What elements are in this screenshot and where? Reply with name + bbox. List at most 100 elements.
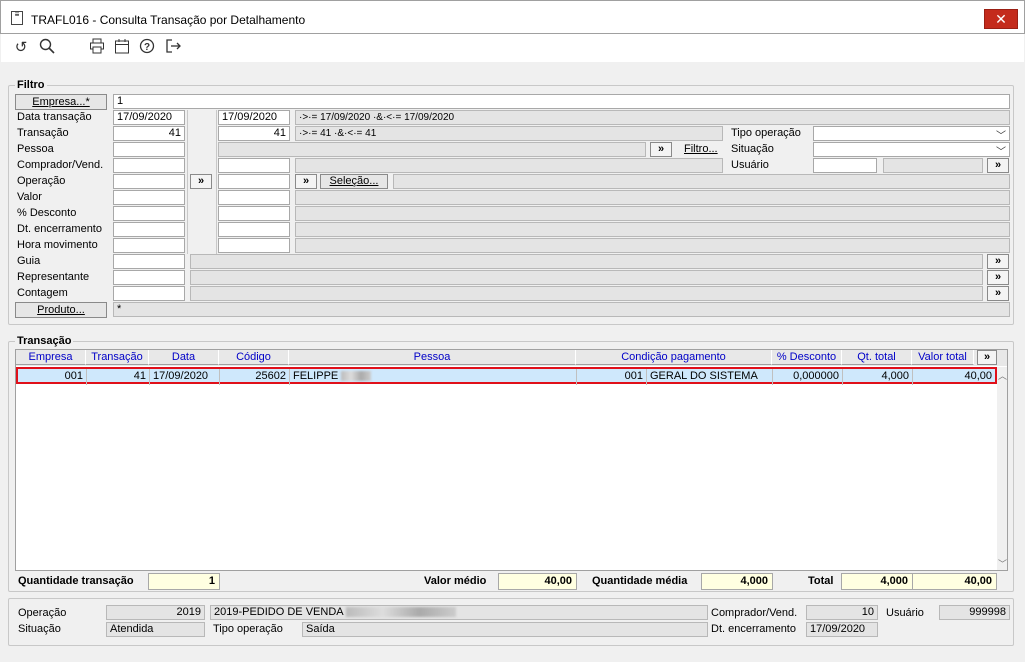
chevron-up-icon[interactable]: ︿ — [998, 369, 1007, 382]
label-dt-encerramento: Dt. encerramento — [17, 223, 102, 235]
total-valor-value: 40,00 — [912, 573, 997, 590]
label-data-transacao: Data transação — [17, 111, 92, 123]
produto-value: * — [113, 302, 1010, 317]
cell-cond-cod: 001 — [577, 369, 647, 385]
situacao-value: Atendida — [106, 622, 205, 637]
valor-de-input[interactable] — [113, 190, 185, 205]
help-icon[interactable]: ? — [137, 38, 157, 58]
label-usuario: Usuário — [731, 159, 769, 171]
redacted-blur — [341, 371, 372, 382]
col-desconto[interactable]: % Desconto — [772, 350, 842, 365]
operacao-de-input[interactable] — [113, 174, 185, 189]
valor-expr — [295, 190, 1010, 205]
comprador-value: 10 — [806, 605, 878, 620]
grid-header: Empresa Transação Data Código Pessoa Con… — [16, 350, 1007, 366]
usuario-desc — [883, 158, 983, 173]
close-button[interactable]: ✕ — [984, 9, 1018, 29]
label-desconto: % Desconto — [17, 207, 77, 219]
print-icon[interactable] — [87, 38, 107, 58]
col-qt-total[interactable]: Qt. total — [842, 350, 912, 365]
col-valor-total[interactable]: Valor total — [912, 350, 974, 365]
chevron-down-icon: ﹀ — [996, 131, 1006, 142]
operacao-lookup-button[interactable]: » — [295, 174, 317, 189]
contagem-desc — [190, 286, 983, 301]
label-comprador-det: Comprador/Vend. — [711, 607, 798, 619]
usuario-lookup-button[interactable]: » — [987, 158, 1009, 173]
col-condicao[interactable]: Condição pagamento — [576, 350, 772, 365]
cell-data: 17/09/2020 — [150, 369, 220, 385]
operacao-desc — [393, 174, 1010, 189]
representante-lookup-button[interactable]: » — [987, 270, 1009, 285]
search-icon[interactable] — [37, 38, 57, 58]
situacao-select[interactable]: ﹀ — [813, 142, 1010, 158]
tipo-operacao-select[interactable]: ﹀ — [813, 126, 1010, 142]
representante-input[interactable] — [113, 270, 185, 285]
label-operacao-det: Operação — [18, 607, 67, 619]
cell-codigo: 25602 — [220, 369, 290, 385]
trans-de-input[interactable]: 41 — [113, 126, 185, 141]
col-transacao[interactable]: Transação — [86, 350, 149, 365]
document-icon: ≡ — [11, 11, 23, 25]
col-pessoa[interactable]: Pessoa — [289, 350, 576, 365]
contagem-input[interactable] — [113, 286, 185, 301]
exit-icon[interactable] — [163, 38, 183, 58]
table-row[interactable]: 001 41 17/09/2020 25602 FELIPPE 001 GERA… — [16, 367, 997, 385]
trans-ate-input[interactable]: 41 — [218, 126, 290, 141]
filtro-title: Filtro — [15, 79, 47, 91]
dt-enc-value: 17/09/2020 — [806, 622, 878, 637]
desconto-ate-input[interactable] — [218, 206, 290, 221]
desconto-de-input[interactable] — [113, 206, 185, 221]
empresa-input[interactable]: 1 — [113, 94, 1010, 109]
label-hora-movimento: Hora movimento — [17, 239, 98, 251]
operacao-desc-det: 2019-PEDIDO DE VENDA — [210, 605, 708, 620]
col-data[interactable]: Data — [149, 350, 219, 365]
label-situacao: Situação — [731, 143, 774, 155]
pessoa-desc — [218, 142, 646, 157]
guia-input[interactable] — [113, 254, 185, 269]
dt-enc-de-input[interactable] — [113, 222, 185, 237]
comprador-de-input[interactable] — [113, 158, 185, 173]
guia-desc — [190, 254, 983, 269]
label-total: Total — [808, 575, 834, 587]
label-comprador: Comprador/Vend. — [17, 159, 104, 171]
trans-expr: ·>·= 41 ·&·<·= 41 — [295, 126, 723, 141]
calendar-icon[interactable] — [112, 38, 132, 58]
data-ate-input[interactable]: 17/09/2020 — [218, 110, 290, 125]
pessoa-lookup-button[interactable]: » — [650, 142, 672, 157]
label-guia: Guia — [17, 255, 41, 267]
produto-button[interactable]: Produto... — [15, 302, 107, 318]
chevron-down-icon[interactable]: ﹀ — [998, 557, 1007, 570]
grid-scrollbar[interactable]: ︿ ﹀ — [997, 367, 1007, 570]
dt-enc-ate-input[interactable] — [218, 222, 290, 237]
tipo-value: Saída — [302, 622, 708, 637]
label-dt-enc-det: Dt. encerramento — [711, 623, 796, 635]
label-representante: Representante — [17, 271, 90, 283]
transacao-grid: Empresa Transação Data Código Pessoa Con… — [15, 349, 1008, 571]
cell-valor-total: 40,00 — [964, 370, 992, 382]
label-pessoa: Pessoa — [17, 143, 54, 155]
empresa-button[interactable]: Empresa...* — [15, 94, 107, 110]
dt-enc-expr — [295, 222, 1010, 237]
title-bar: ≡ TRAFL016 - Consulta Transação por Deta… — [0, 0, 1025, 34]
col-codigo[interactable]: Código — [219, 350, 289, 365]
comprador-ate-input[interactable] — [218, 158, 290, 173]
cell-transacao: 41 — [87, 369, 150, 385]
window-title: TRAFL016 - Consulta Transação por Detalh… — [31, 13, 306, 27]
data-de-input[interactable]: 17/09/2020 — [113, 110, 185, 125]
usuario-input[interactable] — [813, 158, 877, 173]
grid-columns-button[interactable]: » — [977, 350, 997, 365]
hora-ate-input[interactable] — [218, 238, 290, 253]
col-empresa[interactable]: Empresa — [16, 350, 86, 365]
hora-de-input[interactable] — [113, 238, 185, 253]
operacao-range-button[interactable]: » — [190, 174, 212, 189]
total-qt-value: 4,000 — [841, 573, 913, 590]
filtro-link[interactable]: Filtro... — [684, 143, 718, 155]
contagem-lookup-button[interactable]: » — [987, 286, 1009, 301]
guia-lookup-button[interactable]: » — [987, 254, 1009, 269]
label-usuario-det: Usuário — [886, 607, 924, 619]
selecao-button[interactable]: Seleção... — [320, 174, 388, 189]
refresh-icon[interactable]: ↺ — [11, 38, 31, 58]
operacao-ate-input[interactable] — [218, 174, 290, 189]
pessoa-de-input[interactable] — [113, 142, 185, 157]
valor-ate-input[interactable] — [218, 190, 290, 205]
